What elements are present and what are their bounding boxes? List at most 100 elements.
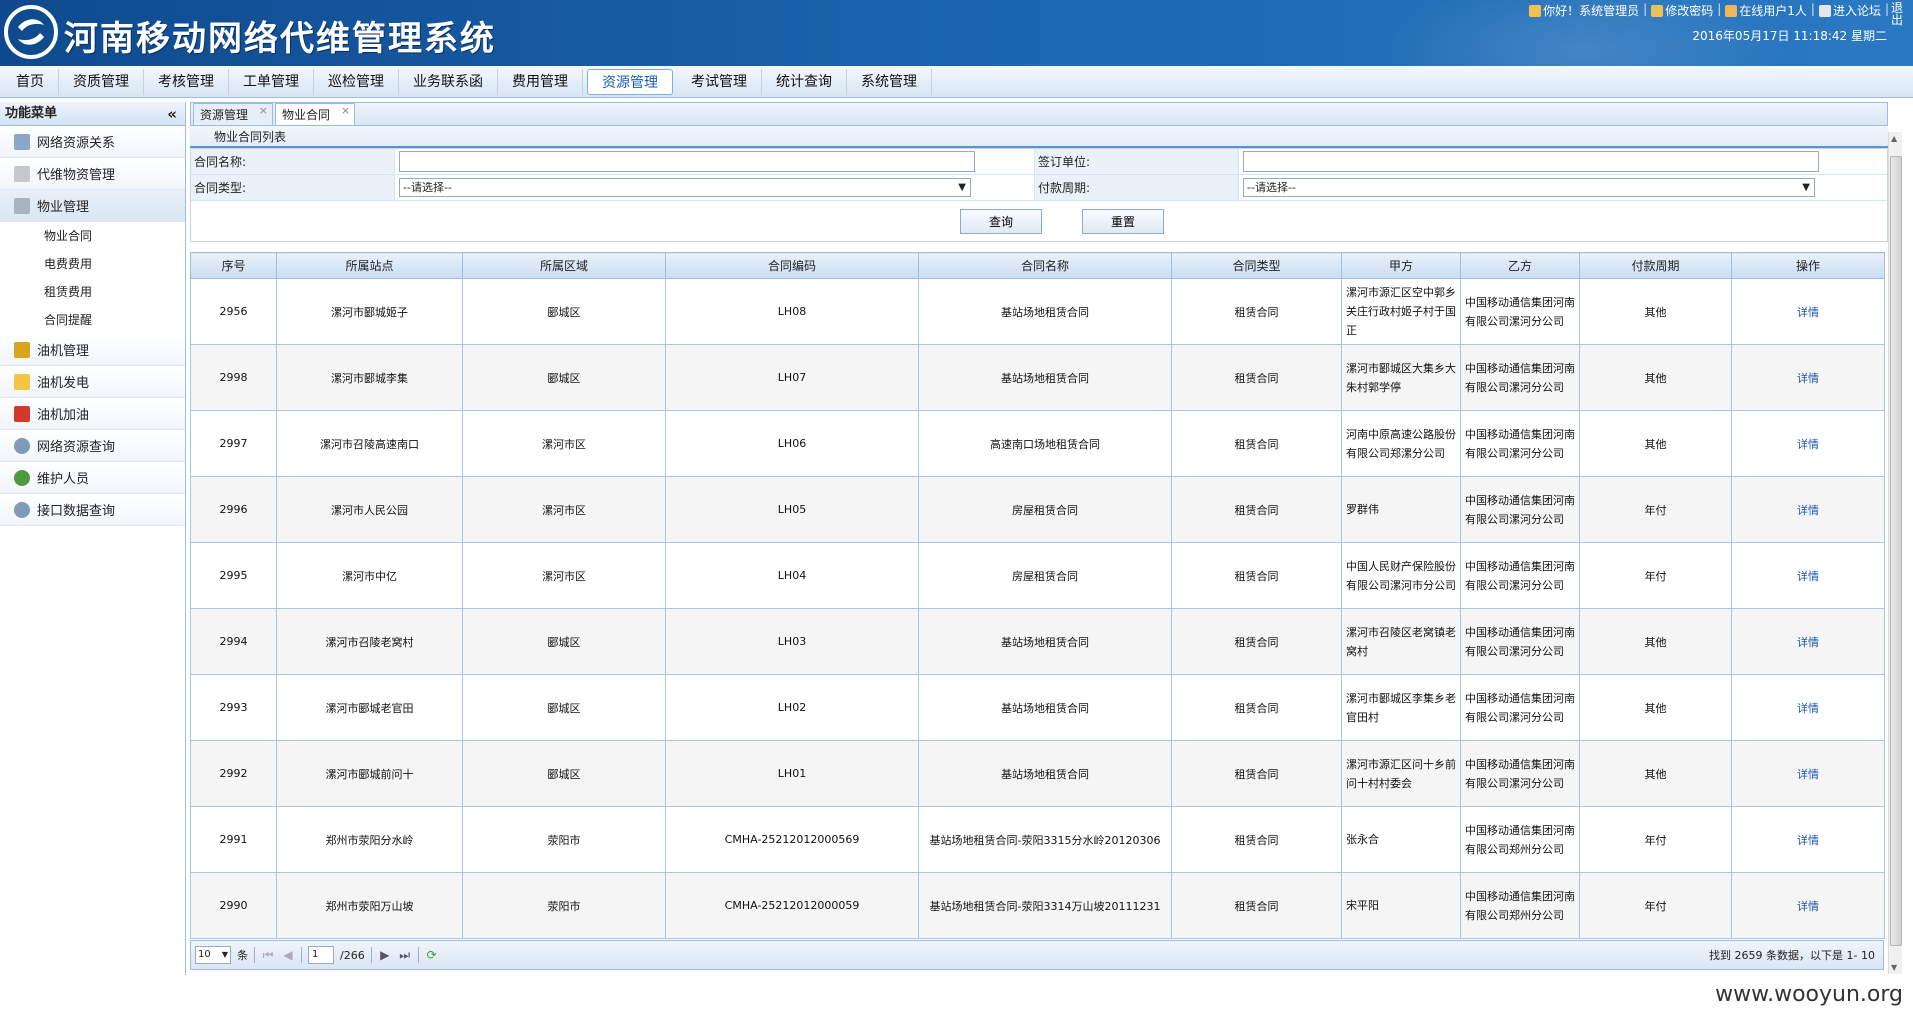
detail-link[interactable]: 详情	[1731, 278, 1885, 345]
contract-name-input[interactable]	[399, 151, 975, 172]
detail-link[interactable]: 详情	[1731, 740, 1885, 807]
column-header[interactable]: 操作	[1731, 252, 1885, 279]
table-cell: 中国移动通信集团河南有限公司漯河分公司	[1460, 476, 1580, 543]
nav-system[interactable]: 系统管理	[847, 68, 932, 95]
table-cell: 基站场地租赁合同	[918, 278, 1172, 345]
nav-fees[interactable]: 费用管理	[498, 68, 583, 95]
contract-table: 序号 所属站点 所属区域 合同编码 合同名称 合同类型 甲方 乙方 付款周期 操…	[190, 252, 1885, 939]
contract-type-select[interactable]: --请选择-- ▼	[399, 178, 971, 197]
search-icon	[14, 501, 30, 518]
sidebar-item-generator-fuel[interactable]: 油机加油	[0, 398, 185, 430]
table-cell: 2993	[190, 674, 277, 741]
system-title: 河南移动网络代维管理系统	[64, 19, 496, 59]
detail-link[interactable]: 详情	[1731, 872, 1885, 939]
column-header[interactable]: 乙方	[1460, 252, 1580, 279]
table-row: 2992 漯河市郾城前问十 郾城区 LH01 基站场地租赁合同 租赁合同 漯河市源汇区问十乡…	[190, 740, 1885, 807]
pagination-info: 找到 2659 条数据，以下是 1- 10	[1709, 949, 1875, 962]
table-cell: 2991	[190, 806, 277, 873]
table-cell: 其他	[1579, 608, 1732, 675]
sidebar-item-maintainers[interactable]: 维护人员	[0, 462, 185, 494]
sidebar-item-property[interactable]: 物业管理	[0, 190, 185, 222]
nav-assessment[interactable]: 考核管理	[144, 68, 229, 95]
table-cell: 2994	[190, 608, 277, 675]
signing-unit-input[interactable]	[1243, 151, 1819, 172]
nav-business-letter[interactable]: 业务联系函	[399, 68, 498, 95]
table-cell: 漯河市人民公园	[276, 476, 463, 543]
scroll-up-icon[interactable]: ▲	[1891, 134, 1897, 143]
table-cell: 罗群伟	[1341, 476, 1461, 543]
collapse-sidebar-icon[interactable]: «	[167, 102, 177, 126]
close-tab-icon[interactable]: ×	[341, 100, 350, 122]
column-header[interactable]: 所属区域	[462, 252, 666, 279]
sidebar-subitem-contract-reminder[interactable]: 合同提醒	[0, 306, 185, 334]
nav-exam[interactable]: 考试管理	[677, 68, 762, 95]
sidebar-subitem-lease-fee[interactable]: 租赁费用	[0, 278, 185, 306]
nav-work-order[interactable]: 工单管理	[229, 68, 314, 95]
detail-link[interactable]: 详情	[1731, 608, 1885, 675]
nav-inspection[interactable]: 巡检管理	[314, 68, 399, 95]
close-tab-icon[interactable]: ×	[259, 100, 268, 122]
detail-link[interactable]: 详情	[1731, 476, 1885, 543]
sidebar-item-interface-query[interactable]: 接口数据查询	[0, 494, 185, 526]
tab-property-contract[interactable]: 物业合同 ×	[275, 100, 356, 125]
chevron-down-icon: ▼	[221, 950, 228, 959]
reset-button[interactable]: 重置	[1082, 208, 1164, 234]
column-header[interactable]: 所属站点	[276, 252, 463, 279]
tab-resource-management[interactable]: 资源管理 ×	[193, 100, 274, 125]
detail-link[interactable]: 详情	[1731, 806, 1885, 873]
detail-link[interactable]: 详情	[1731, 674, 1885, 741]
vertical-scrollbar[interactable]: ▲ ▼	[1888, 132, 1902, 974]
page-number-input[interactable]: 1	[308, 946, 334, 964]
table-cell: 漯河市郾城姬子	[276, 278, 463, 345]
next-page-icon[interactable]: ▶	[378, 948, 392, 962]
nav-home[interactable]: 首页	[2, 68, 59, 95]
sidebar-item-network-relation[interactable]: 网络资源关系	[0, 126, 185, 158]
column-header[interactable]: 序号	[190, 252, 277, 279]
detail-link[interactable]: 详情	[1731, 344, 1885, 411]
exit-button[interactable]: 退出	[1891, 2, 1905, 26]
table-cell: 租赁合同	[1171, 872, 1342, 939]
table-cell: 其他	[1579, 410, 1732, 477]
greeting-link[interactable]: 你好！系统管理员	[1529, 2, 1639, 19]
refresh-icon[interactable]: ⟳	[425, 948, 439, 962]
sidebar-subitem-property-contract[interactable]: 物业合同	[0, 222, 185, 250]
chevron-down-icon: ▼	[1802, 182, 1810, 193]
forum-link[interactable]: 进入论坛	[1818, 2, 1881, 19]
column-header[interactable]: 付款周期	[1579, 252, 1732, 279]
main-navigation: 首页 资质管理 考核管理 工单管理 巡检管理 业务联系函 费用管理 资源管理 考…	[0, 66, 1913, 98]
scrollbar-thumb[interactable]	[1890, 156, 1902, 946]
table-cell: 中国移动通信集团河南有限公司漯河分公司	[1460, 740, 1580, 807]
nav-resources[interactable]: 资源管理	[587, 68, 673, 95]
online-users-link[interactable]: 在线用户1人	[1725, 2, 1807, 19]
scroll-down-icon[interactable]: ▼	[1891, 963, 1897, 972]
fuel-icon	[14, 405, 30, 422]
prev-page-icon[interactable]: ◀	[281, 948, 295, 962]
filter-icon	[14, 165, 30, 182]
sidebar-item-generator[interactable]: 油机管理	[0, 334, 185, 366]
query-button[interactable]: 查询	[960, 208, 1042, 234]
sidebar-title: 功能菜单	[5, 106, 58, 121]
column-header[interactable]: 合同类型	[1171, 252, 1342, 279]
last-page-icon[interactable]: ⏭	[398, 948, 412, 963]
sidebar-item-generator-power[interactable]: 油机发电	[0, 366, 185, 398]
sidebar-subitem-electricity-fee[interactable]: 电费费用	[0, 250, 185, 278]
table-cell: 年付	[1579, 476, 1732, 543]
table-cell: 漯河市区	[462, 542, 666, 609]
sidebar-item-materials[interactable]: 代维物资管理	[0, 158, 185, 190]
detail-link[interactable]: 详情	[1731, 410, 1885, 477]
nav-statistics[interactable]: 统计查询	[762, 68, 847, 95]
watermark: www.wooyun.org	[1715, 982, 1903, 1007]
column-header[interactable]: 合同编码	[665, 252, 919, 279]
column-header[interactable]: 甲方	[1341, 252, 1461, 279]
detail-link[interactable]: 详情	[1731, 542, 1885, 609]
change-password-link[interactable]: 修改密码	[1651, 2, 1713, 19]
column-header[interactable]: 合同名称	[918, 252, 1172, 279]
table-cell: LH04	[665, 542, 919, 609]
nav-qualification[interactable]: 资质管理	[59, 68, 144, 95]
network-relation-icon	[14, 133, 30, 150]
lightning-icon	[14, 373, 30, 390]
payment-cycle-select[interactable]: --请选择-- ▼	[1243, 178, 1815, 197]
page-size-select[interactable]: 10 ▼	[195, 946, 231, 964]
first-page-icon[interactable]: ⏮	[261, 948, 275, 963]
sidebar-item-resource-query[interactable]: 网络资源查询	[0, 430, 185, 462]
